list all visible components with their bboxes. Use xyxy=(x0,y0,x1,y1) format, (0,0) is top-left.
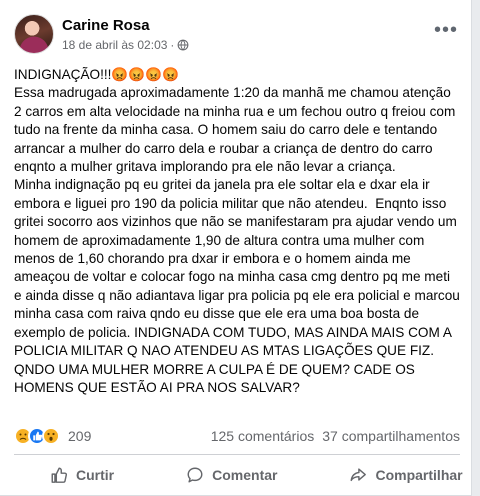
comment-label: Comentar xyxy=(212,467,278,483)
more-dots-icon[interactable]: ••• xyxy=(434,20,458,40)
post-card: Carine Rosa 18 de abril às 02:03 · ••• I… xyxy=(0,0,472,496)
author-name[interactable]: Carine Rosa xyxy=(62,17,150,34)
wow-reaction-icon xyxy=(42,427,60,445)
post-text: INDIGNAÇÃO!!!😡😡😡😡 Essa madrugada aproxim… xyxy=(14,67,460,395)
share-label: Compartilhar xyxy=(375,467,463,483)
comment-icon xyxy=(187,467,203,483)
avatar[interactable] xyxy=(14,14,54,54)
engagement-counts: 125 comentários 37 compartilhamentos xyxy=(211,428,460,444)
comment-button[interactable]: Comentar xyxy=(150,458,313,492)
action-bar: Curtir Comentar Compartilhar xyxy=(14,456,463,494)
like-button[interactable]: Curtir xyxy=(14,458,150,492)
post-stats: 209 125 comentários 37 compartilhamentos xyxy=(14,427,460,447)
timestamp[interactable]: 18 de abril às 02:03 xyxy=(62,38,167,52)
comments-count[interactable]: 125 comentários xyxy=(211,428,315,444)
globe-icon[interactable] xyxy=(177,39,189,51)
share-icon xyxy=(351,468,367,482)
reactions-summary[interactable]: 209 xyxy=(14,427,91,445)
reactions-count[interactable]: 209 xyxy=(68,428,91,444)
like-label: Curtir xyxy=(76,467,115,483)
thumbs-up-icon xyxy=(51,467,68,483)
divider xyxy=(14,454,460,455)
meta-separator: · xyxy=(170,38,175,52)
post-meta: 18 de abril às 02:03 · xyxy=(62,38,189,52)
share-button[interactable]: Compartilhar xyxy=(313,458,480,492)
post-header: Carine Rosa 18 de abril às 02:03 · ••• xyxy=(14,14,464,58)
shares-count[interactable]: 37 compartilhamentos xyxy=(322,428,460,444)
